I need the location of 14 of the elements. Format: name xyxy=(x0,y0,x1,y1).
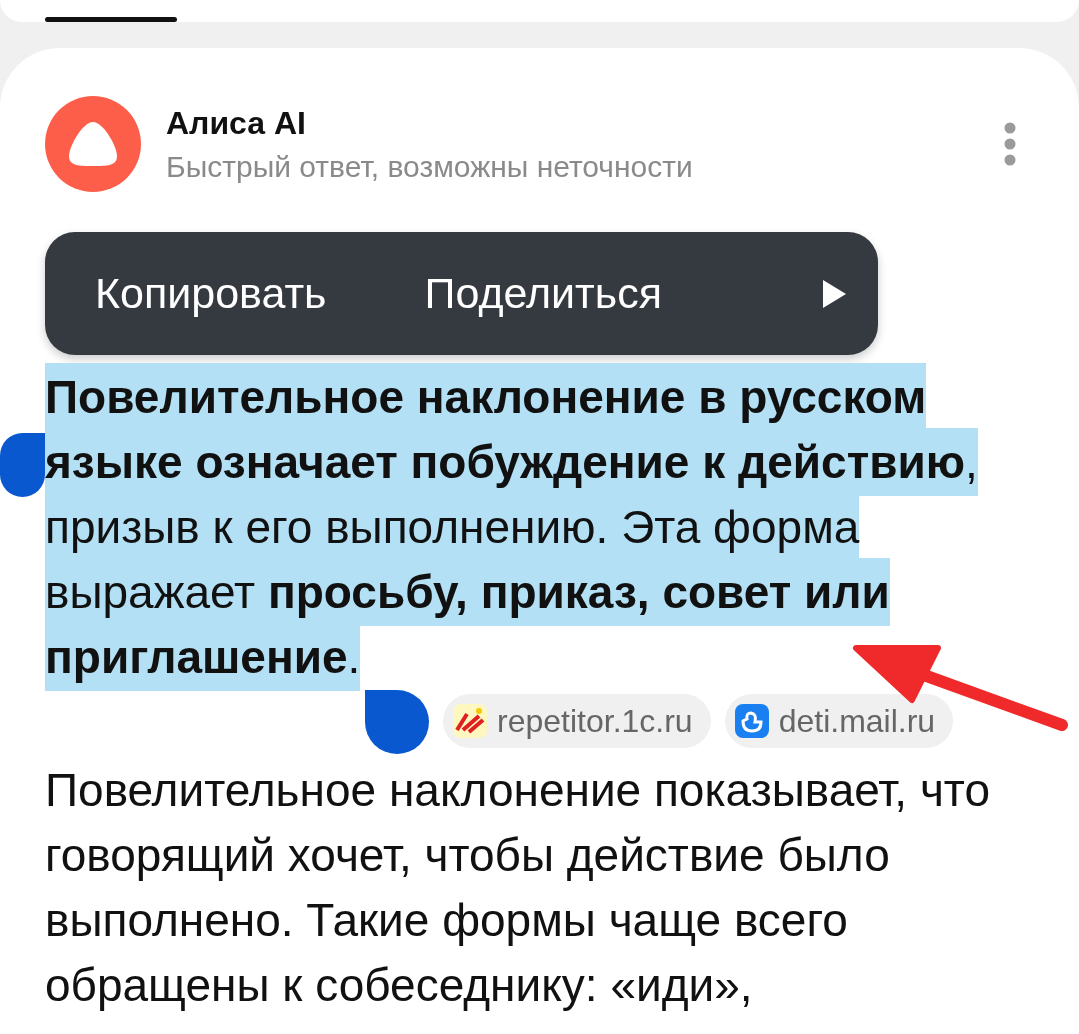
more-options-icon[interactable] xyxy=(1003,122,1017,166)
avatar-icon xyxy=(45,96,141,192)
logo-icon xyxy=(453,704,487,738)
assistant-name: Алиса AI xyxy=(166,104,307,142)
answer-paragraph: Повелительное наклонение показывает, что говорящий хочет, чтобы действие было выполнено. Такие формы чаще всего обращены к собеседнику: «иди», xyxy=(45,763,991,1013)
source-chip[interactable]: deti.mail.ru xyxy=(724,694,954,748)
menu-item[interactable]: Поделиться xyxy=(424,259,662,328)
selection-handle[interactable] xyxy=(365,690,429,754)
source-chip[interactable]: repetitor.1c.ru xyxy=(443,694,711,748)
play-icon[interactable] xyxy=(820,277,848,310)
assistant-subtitle: Быстрый ответ, возможны неточности xyxy=(166,149,694,184)
menu-item[interactable]: Копировать xyxy=(95,259,327,328)
selection-handle[interactable] xyxy=(0,433,45,497)
duck-icon xyxy=(734,704,769,738)
